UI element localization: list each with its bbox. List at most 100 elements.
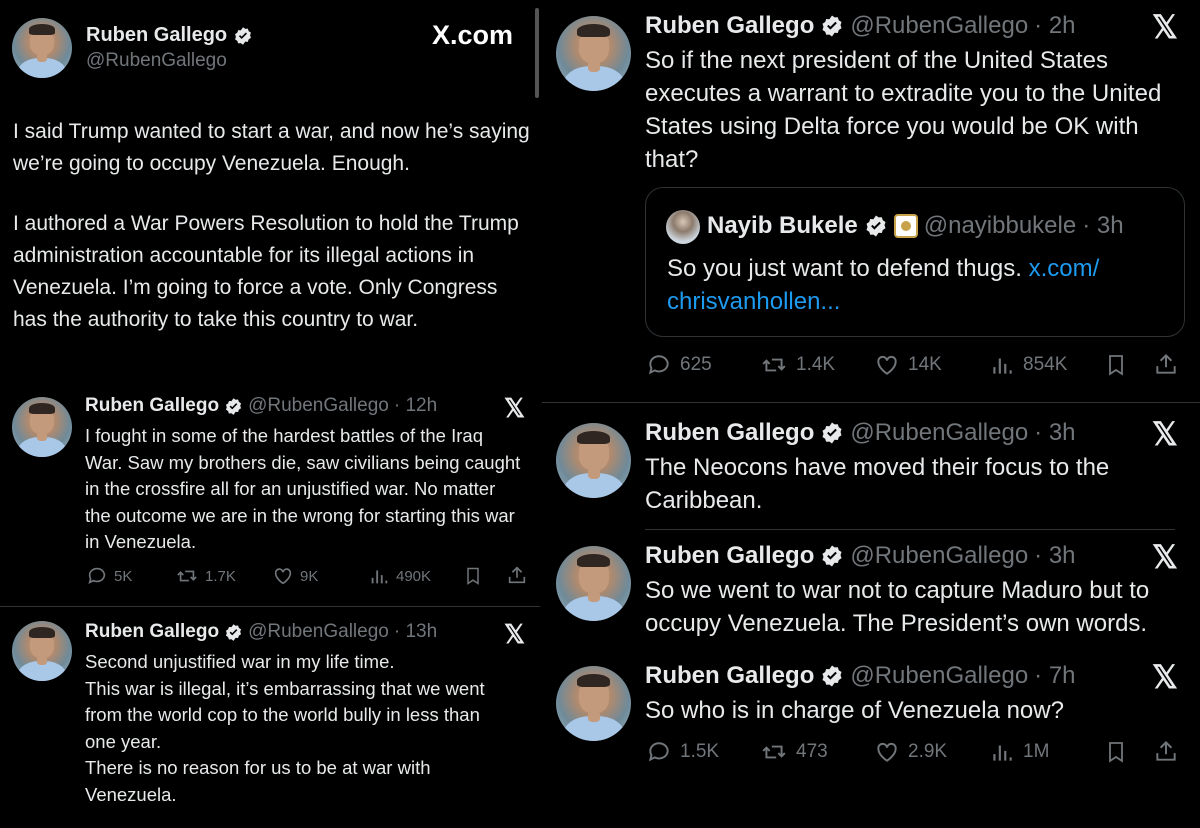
x-logo-icon[interactable]: 𝕏 <box>1152 538 1178 576</box>
reply-icon <box>648 355 669 375</box>
author-handle[interactable]: @RubenGallego <box>850 542 1028 570</box>
avatar[interactable] <box>556 16 631 91</box>
bookmark-icon[interactable] <box>1104 352 1128 378</box>
quoted-avatar[interactable] <box>666 210 700 244</box>
author-name[interactable]: Ruben Gallego <box>645 662 814 690</box>
x-logo-icon[interactable]: 𝕏 <box>1152 415 1178 453</box>
post-text-paragraph-1: I said Trump wanted to start a war, and … <box>13 120 530 175</box>
view-count: 490K <box>396 567 432 585</box>
like-count: 9K <box>300 567 319 585</box>
post-text-paragraph-2: I authored a War Powers Resolution to ho… <box>13 212 519 331</box>
like-button[interactable]: 2.9K <box>874 739 947 765</box>
repost-count: 1.7K <box>205 567 236 585</box>
repost-icon <box>762 358 786 372</box>
post-time: · 2h <box>1034 12 1076 39</box>
verified-badge-icon <box>235 26 252 45</box>
repost-button[interactable]: 1.7K <box>175 565 236 587</box>
post-text-line-3: There is no reason for us to be at war w… <box>85 757 431 805</box>
avatar[interactable] <box>12 18 72 78</box>
quoted-author-name[interactable]: Nayib Bukele <box>707 212 858 240</box>
reply-count: 625 <box>680 354 712 375</box>
author-name[interactable]: Ruben Gallego <box>85 621 219 643</box>
repost-icon <box>762 745 786 759</box>
post-text-line-2: This war is illegal, it’s embarrassing t… <box>85 677 485 752</box>
post-text: The Neocons have moved their focus to th… <box>645 454 1110 514</box>
view-count: 854K <box>1023 354 1068 375</box>
author-handle[interactable]: @RubenGallego <box>86 50 227 72</box>
post-time: · 13h <box>393 621 438 642</box>
x-logo-icon[interactable]: 𝕏 <box>1152 658 1178 696</box>
x-logo-icon[interactable]: 𝕏 <box>504 619 525 650</box>
author-handle[interactable]: @RubenGallego <box>248 395 389 417</box>
view-count: 1M <box>1023 741 1050 762</box>
author-name[interactable]: Ruben Gallego <box>85 395 219 417</box>
avatar[interactable] <box>556 666 631 741</box>
author-name[interactable]: Ruben Gallego <box>645 419 814 447</box>
quoted-author-handle[interactable]: @nayibbukele <box>924 212 1076 240</box>
author-name[interactable]: Ruben Gallego <box>645 542 814 570</box>
verified-badge-icon <box>822 665 842 687</box>
reply-button[interactable]: 625 <box>646 352 712 378</box>
heart-icon <box>877 355 897 375</box>
quoted-post-time: · 3h <box>1082 212 1124 239</box>
avatar[interactable] <box>556 423 631 498</box>
post-text: So who is in charge of Venezuela now? <box>645 697 1064 724</box>
bookmark-icon[interactable] <box>463 565 483 587</box>
post-13h: Ruben Gallego @RubenGallego · 13h 𝕏 Seco… <box>0 607 540 828</box>
reply-count: 5K <box>114 567 133 585</box>
like-button[interactable]: 9K <box>272 565 318 587</box>
post-2h: Ruben Gallego @RubenGallego · 2h 𝕏 So if… <box>542 0 1200 400</box>
post-3h-maduro: Ruben Gallego @RubenGallego · 3h 𝕏 So we… <box>542 530 1200 650</box>
heart-icon <box>877 742 897 762</box>
xcom-label: X.com <box>432 20 514 50</box>
author-handle[interactable]: @RubenGallego <box>850 662 1028 690</box>
views-button[interactable]: 1M <box>989 739 1049 765</box>
author-handle[interactable]: @RubenGallego <box>850 12 1028 40</box>
government-badge-icon <box>893 214 918 238</box>
reply-button[interactable]: 1.5K <box>646 739 719 765</box>
share-icon[interactable] <box>1153 351 1179 377</box>
author-name[interactable]: Ruben Gallego <box>86 24 227 47</box>
post-text: I fought in some of the hardest battles … <box>85 425 521 552</box>
post-7h: Ruben Gallego @RubenGallego · 7h 𝕏 So wh… <box>542 652 1200 828</box>
post-time: · 12h <box>393 395 438 416</box>
heart-icon <box>274 568 292 585</box>
bookmark-icon[interactable] <box>1104 739 1128 765</box>
quoted-post[interactable]: Nayib Bukele @nayibbukele · 3h So you ju… <box>645 187 1185 337</box>
repost-count: 1.4K <box>796 354 836 375</box>
avatar[interactable] <box>12 397 72 457</box>
x-logo-icon[interactable]: 𝕏 <box>1152 8 1178 46</box>
views-icon <box>371 570 388 584</box>
scrollbar[interactable] <box>535 8 539 98</box>
avatar[interactable] <box>556 546 631 621</box>
views-button[interactable]: 490K <box>368 565 431 587</box>
x-logo-icon[interactable]: 𝕏 <box>504 393 525 424</box>
repost-button[interactable]: 473 <box>760 739 828 765</box>
reply-count: 1.5K <box>680 741 720 762</box>
reply-icon <box>648 742 669 762</box>
verified-badge-icon <box>822 422 842 444</box>
views-icon <box>993 358 1012 374</box>
verified-badge-icon <box>226 623 242 641</box>
views-button[interactable]: 854K <box>989 352 1067 378</box>
post-time: · 3h <box>1034 542 1076 569</box>
like-count: 2.9K <box>908 741 948 762</box>
author-name[interactable]: Ruben Gallego <box>645 12 814 40</box>
like-button[interactable]: 14K <box>874 352 942 378</box>
share-icon[interactable] <box>1153 738 1179 764</box>
reply-button[interactable]: 5K <box>86 565 132 587</box>
quoted-post-text: So you just want to defend thugs. <box>667 255 1022 282</box>
post-text-line-1: Second unjustified war in my life time. <box>85 651 395 672</box>
author-handle[interactable]: @RubenGallego <box>248 621 389 643</box>
author-handle[interactable]: @RubenGallego <box>850 419 1028 447</box>
verified-badge-icon <box>866 215 886 237</box>
post-12h: Ruben Gallego @RubenGallego · 12h 𝕏 I fo… <box>0 385 540 605</box>
post-text: So if the next president of the United S… <box>645 47 1162 173</box>
verified-badge-icon <box>822 15 842 37</box>
post-time: · 7h <box>1034 662 1076 689</box>
avatar[interactable] <box>12 621 72 681</box>
main-post: Ruben Gallego @RubenGallego X.com I said… <box>0 0 540 385</box>
repost-button[interactable]: 1.4K <box>760 352 835 378</box>
post-text: So we went to war not to capture Maduro … <box>645 577 1150 637</box>
share-icon[interactable] <box>506 564 528 586</box>
